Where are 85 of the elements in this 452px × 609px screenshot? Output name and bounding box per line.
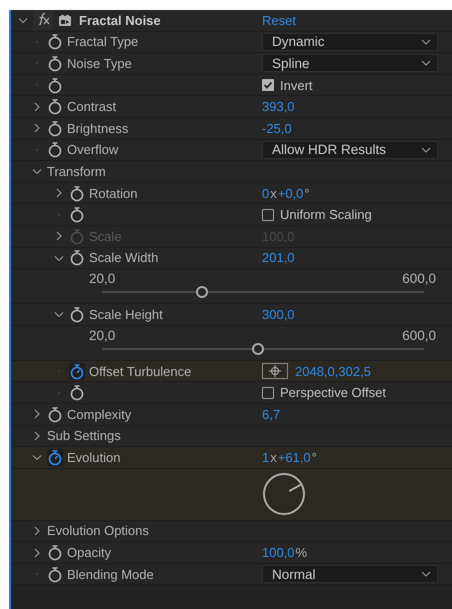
stopwatch-icon[interactable] bbox=[69, 184, 85, 202]
property-label: Scale Height bbox=[89, 306, 163, 322]
angle-dial[interactable] bbox=[262, 472, 306, 516]
value-field[interactable]: 0 bbox=[262, 186, 270, 201]
stopwatch-icon[interactable] bbox=[47, 566, 63, 583]
unit-label: % bbox=[296, 545, 308, 560]
stopwatch-icon[interactable] bbox=[47, 76, 63, 94]
property-label: Contrast bbox=[67, 99, 116, 114]
value-field[interactable]: -25,0 bbox=[262, 120, 292, 136]
slider-min-label: 20,0 bbox=[89, 328, 116, 343]
chevron-down-icon bbox=[421, 571, 431, 578]
property-label: Opacity bbox=[67, 545, 112, 560]
slider-max-label: 600,0 bbox=[402, 271, 436, 286]
property-label: Evolution Options bbox=[47, 523, 149, 538]
stopwatch-icon[interactable] bbox=[47, 406, 63, 423]
property-label: Rotation bbox=[89, 186, 138, 201]
effect-name: Fractal Noise bbox=[79, 12, 161, 28]
stopwatch-icon[interactable] bbox=[47, 544, 63, 562]
stopwatch-icon[interactable] bbox=[47, 141, 63, 158]
value-field[interactable]: +0,0 bbox=[278, 186, 304, 201]
stopwatch-icon[interactable] bbox=[47, 54, 63, 72]
slider-max-label: 600,0 bbox=[402, 328, 436, 343]
stopwatch-icon[interactable] bbox=[69, 249, 85, 266]
checkbox[interactable] bbox=[262, 386, 274, 399]
collapse-chevron-icon[interactable] bbox=[32, 452, 42, 462]
property-label: Scale Width bbox=[89, 250, 158, 266]
expand-chevron-icon[interactable] bbox=[54, 188, 64, 198]
value-field[interactable]: 2048,0,302,5 bbox=[295, 364, 371, 379]
property-label: Evolution bbox=[67, 450, 120, 465]
checkbox-label: Uniform Scaling bbox=[280, 207, 372, 222]
expand-chevron-icon[interactable] bbox=[32, 102, 42, 112]
unit-label: ° bbox=[312, 450, 317, 465]
expand-chevron-icon[interactable] bbox=[32, 526, 42, 536]
expand-chevron-icon[interactable] bbox=[32, 430, 42, 441]
collapse-chevron-icon[interactable] bbox=[32, 166, 42, 176]
checkbox-label: Perspective Offset bbox=[280, 385, 386, 400]
value-field[interactable]: 300,0 bbox=[262, 306, 295, 322]
value-field[interactable]: 201,0 bbox=[262, 250, 295, 266]
stopwatch-icon[interactable] bbox=[47, 98, 63, 116]
property-label: Fractal Type bbox=[67, 34, 138, 50]
value-field[interactable]: 1 bbox=[262, 450, 270, 465]
value-field[interactable]: 6,7 bbox=[262, 406, 280, 422]
slider-thumb[interactable] bbox=[252, 342, 264, 355]
property-label: Brightness bbox=[67, 120, 128, 136]
property-label: Transform bbox=[47, 164, 106, 179]
value-field[interactable]: +61,0 bbox=[278, 450, 311, 465]
chevron-down-icon bbox=[421, 60, 431, 66]
unit-label: ° bbox=[304, 186, 310, 201]
checkbox[interactable] bbox=[262, 79, 274, 92]
property-label: Blending Mode bbox=[67, 566, 154, 582]
stopwatch-icon[interactable] bbox=[47, 448, 63, 466]
stopwatch-icon[interactable] bbox=[47, 33, 63, 50]
dropdown[interactable]: Dynamic bbox=[262, 32, 438, 51]
property-label: Offset Turbulence bbox=[89, 364, 192, 379]
expand-chevron-icon[interactable] bbox=[32, 409, 42, 420]
property-label: Noise Type bbox=[67, 56, 132, 71]
expand-chevron-icon[interactable] bbox=[32, 123, 42, 134]
stopwatch-icon[interactable] bbox=[69, 362, 85, 380]
property-label: Sub Settings bbox=[47, 428, 121, 444]
property-label: Overflow bbox=[67, 142, 118, 158]
collapse-chevron-icon[interactable] bbox=[18, 15, 28, 26]
checkbox-label: Invert bbox=[280, 78, 313, 93]
effect-icon bbox=[58, 14, 72, 27]
stopwatch-icon[interactable] bbox=[69, 206, 85, 224]
expand-chevron-icon[interactable] bbox=[32, 548, 42, 558]
chevron-down-icon bbox=[421, 146, 431, 153]
slider-min-label: 20,0 bbox=[89, 271, 116, 286]
value-field[interactable]: 393,0 bbox=[262, 99, 295, 114]
value-field[interactable]: 100,0 bbox=[262, 545, 295, 560]
property-label: Complexity bbox=[67, 406, 132, 422]
dropdown[interactable]: Spline bbox=[262, 54, 438, 72]
crosshair-icon bbox=[269, 365, 281, 378]
collapse-chevron-icon[interactable] bbox=[54, 309, 64, 320]
chevron-down-icon bbox=[421, 38, 431, 45]
stopwatch-icon[interactable] bbox=[69, 384, 85, 402]
stopwatch-icon[interactable] bbox=[69, 306, 85, 323]
crosshair-button[interactable] bbox=[262, 363, 288, 380]
unit-label: x bbox=[270, 450, 277, 465]
slider-thumb[interactable] bbox=[196, 286, 208, 298]
reset-link[interactable]: Reset bbox=[262, 12, 296, 28]
dropdown[interactable]: Allow HDR Results bbox=[262, 140, 438, 159]
stopwatch-icon[interactable] bbox=[47, 120, 63, 137]
dropdown[interactable]: Normal bbox=[262, 565, 438, 584]
unit-label: x bbox=[270, 186, 277, 201]
checkbox[interactable] bbox=[262, 208, 274, 221]
